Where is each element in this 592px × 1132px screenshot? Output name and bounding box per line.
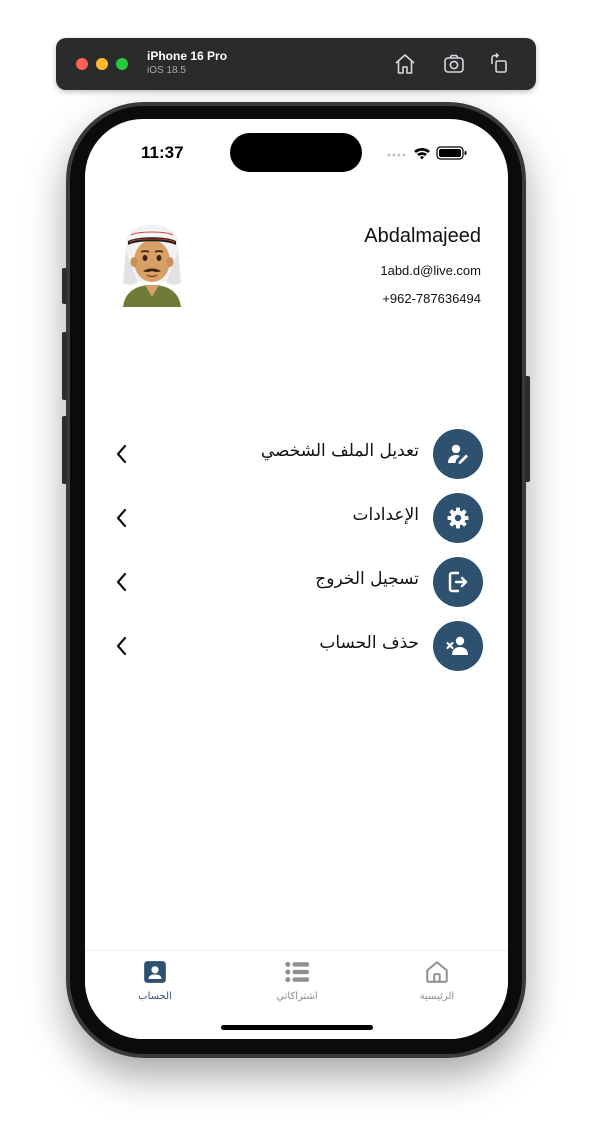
- home-button-icon[interactable]: [393, 52, 417, 76]
- delete-account-label: حذف الحساب: [319, 633, 419, 653]
- settings-icon-circle: [433, 493, 483, 543]
- delete-account-icon-circle: [433, 621, 483, 671]
- profile-email: 1abd.d@live.com: [380, 263, 481, 278]
- chevron-left-icon: [116, 508, 127, 528]
- volume-down-button: [62, 416, 67, 484]
- profile-phone: +962-787636494: [382, 291, 481, 306]
- list-icon: [285, 961, 309, 983]
- user-xmark-icon: [446, 636, 468, 655]
- action-button: [62, 268, 67, 304]
- profile-name: Abdalmajeed: [364, 225, 481, 247]
- app-screen: 11:37 Abdalmajeed 1abd.d@live.com +962-7…: [85, 119, 508, 1039]
- chevron-left-icon: [116, 572, 127, 592]
- signal-icon: [387, 153, 406, 157]
- tab-home[interactable]: الرئيسية: [397, 959, 477, 1009]
- avatar: [117, 221, 187, 309]
- close-window-button[interactable]: [76, 58, 88, 70]
- rotate-icon[interactable]: [487, 52, 511, 76]
- tab-account-label: الحساب: [138, 991, 172, 1002]
- user-pen-icon: [448, 444, 468, 464]
- edit-profile-label: تعديل الملف الشخصي: [260, 441, 419, 461]
- dynamic-island: [230, 133, 362, 172]
- wifi-icon: [414, 147, 430, 160]
- chevron-left-icon: [116, 444, 127, 464]
- logout-icon: [448, 571, 468, 593]
- home-icon: [426, 961, 448, 983]
- logout-icon-circle: [433, 557, 483, 607]
- volume-up-button: [62, 332, 67, 400]
- gear-icon: [447, 507, 469, 529]
- logout-label: تسجيل الخروج: [315, 569, 419, 589]
- id-card-icon: [144, 961, 166, 983]
- home-indicator[interactable]: [221, 1025, 373, 1030]
- chevron-left-icon: [116, 636, 127, 656]
- edit-profile-icon-circle: [433, 429, 483, 479]
- avatar-emoji-icon: [123, 225, 181, 307]
- power-button: [525, 376, 530, 482]
- tab-account[interactable]: الحساب: [115, 959, 195, 1009]
- status-icons: [384, 145, 474, 161]
- minimize-window-button[interactable]: [96, 58, 108, 70]
- menu-item-delete-account[interactable]: حذف الحساب: [113, 621, 483, 671]
- tab-home-label: الرئيسية: [419, 991, 455, 1002]
- simulator-toolbar: iPhone 16 Pro iOS 18.5: [56, 38, 536, 90]
- status-time: 11:37: [141, 143, 184, 162]
- os-version: iOS 18.5: [147, 65, 186, 76]
- menu-item-edit-profile[interactable]: تعديل الملف الشخصي: [113, 429, 483, 479]
- screenshot-icon[interactable]: [442, 52, 466, 76]
- tab-subscriptions-label: اشتراكاتي: [276, 991, 318, 1002]
- device-name: iPhone 16 Pro: [147, 49, 228, 63]
- battery-icon: [436, 146, 467, 160]
- menu-item-logout[interactable]: تسجيل الخروج: [113, 557, 483, 607]
- zoom-window-button[interactable]: [116, 58, 128, 70]
- menu-item-settings[interactable]: الإعدادات: [113, 493, 483, 543]
- tab-subscriptions[interactable]: اشتراكاتي: [257, 959, 337, 1009]
- settings-label: الإعدادات: [352, 505, 419, 525]
